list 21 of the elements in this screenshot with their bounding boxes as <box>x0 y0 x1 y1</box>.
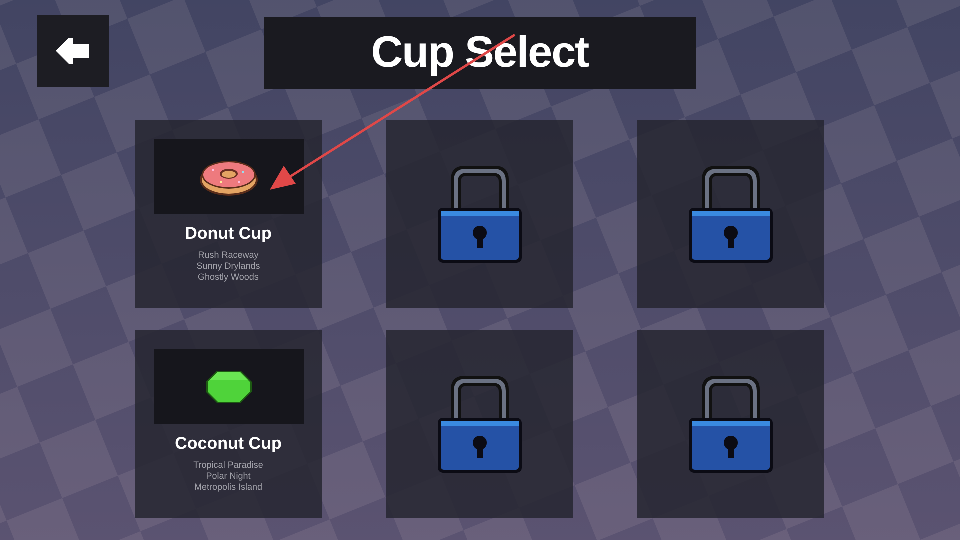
padlock-icon <box>436 164 522 264</box>
track-name: Metropolis Island <box>194 482 263 493</box>
cup-card[interactable]: Donut Cup Rush Raceway Sunny Drylands Ghostly Woods <box>135 120 322 308</box>
locked-cup-card[interactable] <box>386 120 573 308</box>
track-name: Tropical Paradise <box>194 460 264 471</box>
left-arrow-icon <box>55 38 91 64</box>
locked-cup-card[interactable] <box>637 120 824 308</box>
cup-card[interactable]: Coconut Cup Tropical Paradise Polar Night Metropolis Island <box>135 330 322 518</box>
gem-icon <box>204 370 252 404</box>
locked-cup-card[interactable] <box>637 330 824 518</box>
padlock-icon <box>688 164 774 264</box>
back-button[interactable] <box>37 15 109 87</box>
cup-name: Donut Cup <box>185 224 272 244</box>
track-name: Sunny Drylands <box>196 261 260 272</box>
track-name: Rush Raceway <box>198 250 259 261</box>
track-name: Ghostly Woods <box>198 272 259 283</box>
locked-cup-card[interactable] <box>386 330 573 518</box>
padlock-icon <box>688 374 774 474</box>
track-name: Polar Night <box>206 471 251 482</box>
padlock-icon <box>436 374 522 474</box>
cup-name: Coconut Cup <box>175 434 282 454</box>
